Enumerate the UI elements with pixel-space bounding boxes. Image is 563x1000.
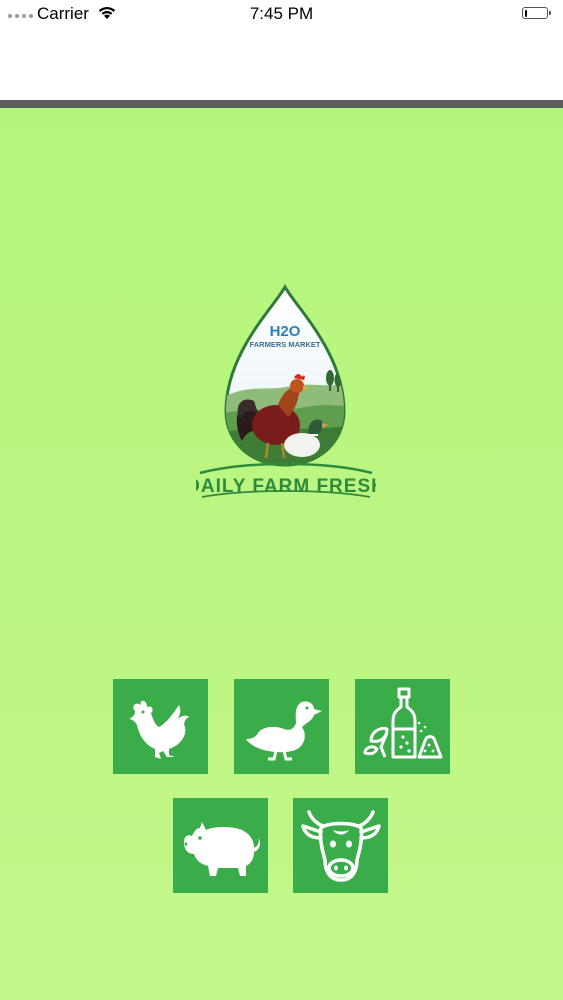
brand-h2o: H2O <box>270 323 301 340</box>
chicken-icon <box>128 700 189 759</box>
category-duck-button[interactable] <box>234 679 329 774</box>
brand-subtitle: FARMERS MARKET <box>250 340 321 349</box>
status-time: 7:45 PM <box>249 4 314 23</box>
cow-icon <box>300 809 381 882</box>
brand-tagline: DAILY FARM FRESH <box>196 476 376 497</box>
category-grocery-button[interactable] <box>355 679 450 774</box>
category-pig-button[interactable] <box>173 798 268 893</box>
brand-logo: H2O FARMERS MARKET DAILY FARM FRESH <box>186 283 385 508</box>
battery-icon <box>522 7 551 19</box>
rooster-duck-drop-logo: H2O FARMERS MARKET DAILY FARM FRESH <box>186 283 385 498</box>
home-content: H2O FARMERS MARKET DAILY FARM FRESH <box>0 108 563 1000</box>
category-cow-button[interactable] <box>293 798 388 893</box>
app-screen: Carrier 7:45 PM H2O FARMERS MARKET DAILY… <box>0 0 563 1000</box>
pig-icon <box>183 821 260 876</box>
battery-level-fill <box>524 9 527 17</box>
status-bar: Carrier 7:45 PM <box>0 0 563 30</box>
navigation-bar <box>0 30 563 100</box>
category-chicken-button[interactable] <box>113 679 208 774</box>
nav-divider <box>0 100 563 108</box>
oil-bottle-spice-icon <box>363 687 442 758</box>
duck-icon <box>245 700 322 760</box>
